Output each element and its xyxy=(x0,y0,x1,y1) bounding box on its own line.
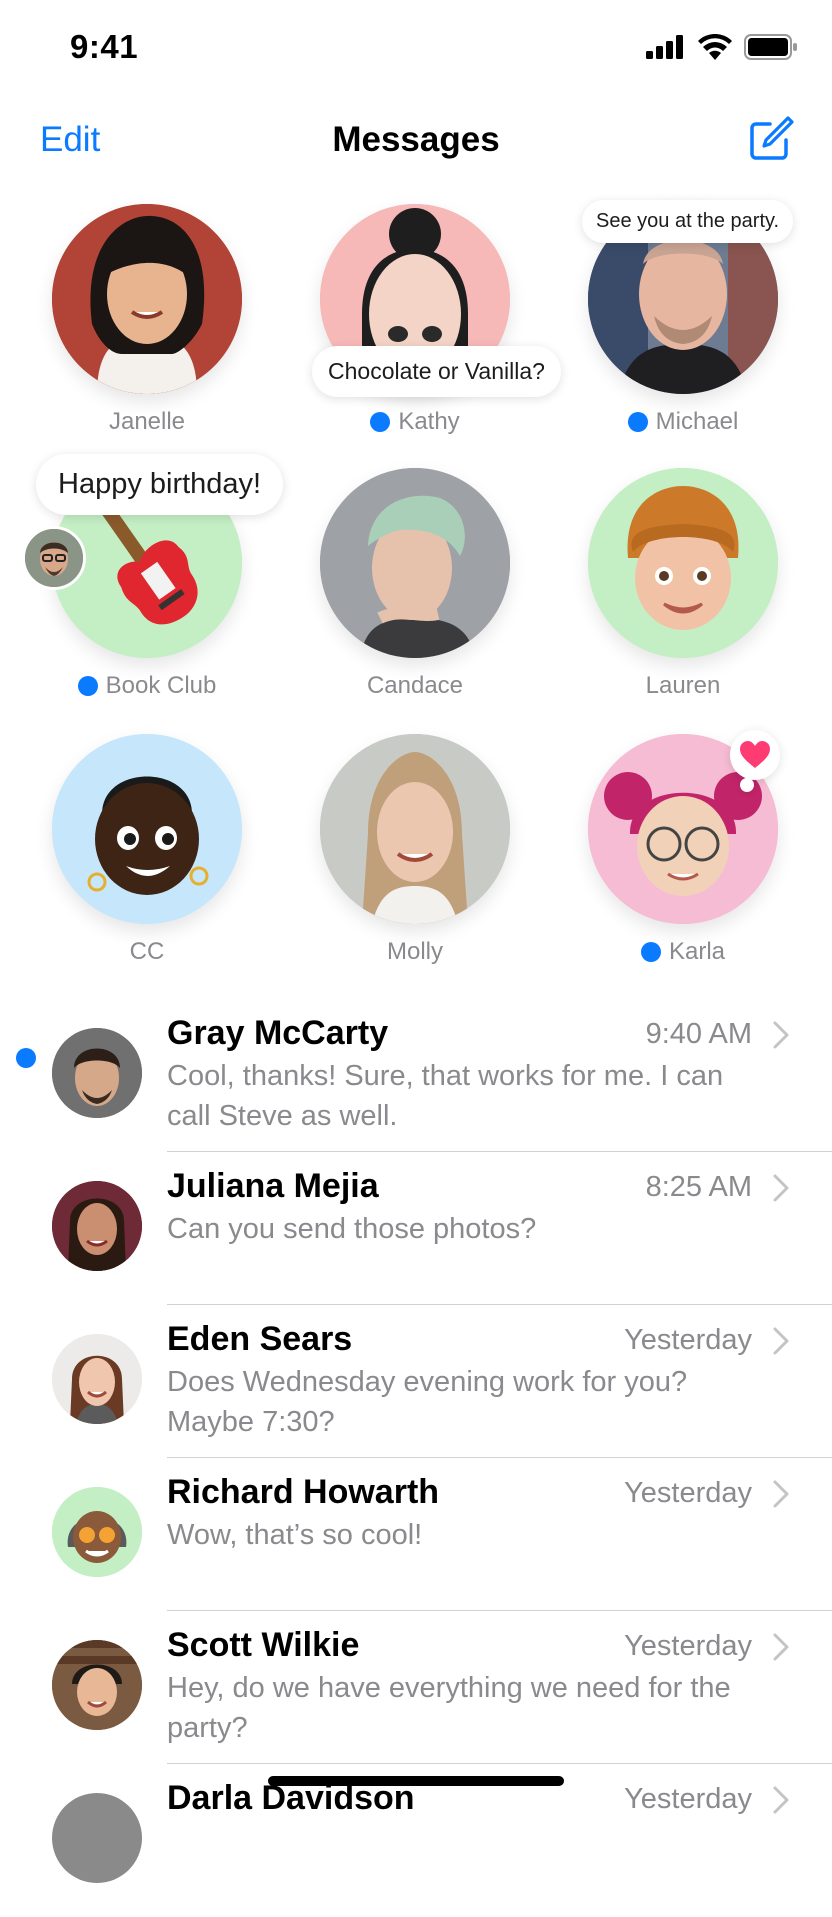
avatar xyxy=(320,468,510,658)
conversation-row[interactable]: Darla Davidson Yesterday xyxy=(0,1765,832,1917)
conversation-row[interactable]: Richard Howarth Yesterday Wow, that’s so… xyxy=(0,1459,832,1611)
pinned-name: CC xyxy=(129,938,165,965)
page-title: Messages xyxy=(332,120,500,159)
chevron-right-icon xyxy=(773,1021,789,1049)
divider xyxy=(167,1457,832,1458)
contact-name: Gray McCarty xyxy=(167,1014,389,1052)
message-preview: Can you send those photos? xyxy=(167,1213,537,1245)
timestamp: 9:40 AM xyxy=(645,1018,752,1050)
unread-indicator xyxy=(77,676,98,696)
message-preview: Does Wednesday evening work for you? May… xyxy=(167,1366,688,1438)
typing-bubble-michael: See you at the party. xyxy=(582,200,794,243)
unread-indicator xyxy=(627,412,648,432)
contact-name: Eden Sears xyxy=(167,1320,353,1358)
unread-indicator xyxy=(640,942,661,962)
contact-name: Richard Howarth xyxy=(167,1473,440,1511)
chevron-right-icon xyxy=(773,1327,789,1355)
pinned-candace[interactable]: Candace xyxy=(320,468,510,699)
conversation-row[interactable]: Juliana Mejia 8:25 AM Can you send those… xyxy=(0,1153,832,1305)
status-time: 9:41 xyxy=(70,28,139,65)
pinned-name: Molly xyxy=(386,938,443,965)
avatar xyxy=(52,204,242,394)
chevron-right-icon xyxy=(773,1480,789,1508)
avatar xyxy=(52,1640,142,1730)
contact-name: Juliana Mejia xyxy=(167,1167,379,1205)
cellular-signal-icon xyxy=(646,35,683,59)
conversation-row[interactable]: Eden Sears Yesterday Does Wednesday even… xyxy=(0,1306,832,1458)
timestamp: Yesterday xyxy=(624,1630,752,1662)
battery-icon xyxy=(744,34,797,60)
navigation-bar: Edit Messages xyxy=(0,100,832,180)
avatar xyxy=(52,1487,142,1577)
status-bar: 9:41 xyxy=(0,0,832,100)
timestamp: Yesterday xyxy=(624,1324,752,1356)
avatar xyxy=(52,1028,142,1118)
pinned-name: Karla xyxy=(548,938,818,966)
wifi-icon xyxy=(698,34,732,60)
contact-name: Scott Wilkie xyxy=(167,1626,360,1664)
compose-icon[interactable] xyxy=(748,114,796,162)
status-icons xyxy=(646,34,798,60)
avatar xyxy=(320,734,510,924)
unread-indicator xyxy=(370,412,391,432)
divider xyxy=(167,1763,832,1764)
pinned-name: Candace xyxy=(366,672,464,699)
chevron-right-icon xyxy=(773,1786,789,1814)
message-preview: Wow, that’s so cool! xyxy=(167,1519,423,1551)
pinned-name: Janelle xyxy=(108,408,186,435)
pinned-janelle[interactable]: Janelle xyxy=(52,204,242,435)
message-bubble-book-club: Happy birthday! xyxy=(36,454,284,515)
conversation-row[interactable]: Scott Wilkie Yesterday Hey, do we have e… xyxy=(0,1612,832,1764)
timestamp: 8:25 AM xyxy=(645,1171,752,1203)
pinned-name: Michael xyxy=(548,408,818,436)
heart-icon xyxy=(740,741,770,768)
avatar xyxy=(52,1334,142,1424)
unread-indicator xyxy=(16,1048,36,1068)
divider xyxy=(167,1304,832,1305)
pinned-name: Kathy xyxy=(280,408,550,436)
avatar xyxy=(588,468,778,658)
timestamp: Yesterday xyxy=(624,1477,752,1509)
divider xyxy=(167,1610,832,1611)
pinned-molly[interactable]: Molly xyxy=(320,734,510,965)
chevron-right-icon xyxy=(773,1633,789,1661)
home-indicator[interactable] xyxy=(268,1776,564,1786)
avatar xyxy=(52,734,242,924)
pinned-lauren[interactable]: Lauren xyxy=(588,468,778,699)
conversation-row[interactable]: Gray McCarty 9:40 AM Cool, thanks! Sure,… xyxy=(0,1000,832,1152)
message-preview: Hey, do we have everything we need for t… xyxy=(167,1672,731,1744)
divider xyxy=(167,1151,832,1152)
chevron-right-icon xyxy=(773,1174,789,1202)
message-preview: Cool, thanks! Sure, that works for me. I… xyxy=(167,1060,724,1132)
tapback-bubble-tail xyxy=(740,778,754,792)
avatar xyxy=(52,1181,142,1271)
sender-avatar xyxy=(22,526,86,590)
avatar xyxy=(52,1793,142,1883)
pinned-name: Lauren xyxy=(645,672,721,699)
pinned-name: Book Club xyxy=(12,672,282,700)
tapback-bubble xyxy=(730,730,780,780)
typing-bubble-kathy: Chocolate or Vanilla? xyxy=(312,346,561,397)
pinned-cc[interactable]: CC xyxy=(52,734,242,965)
